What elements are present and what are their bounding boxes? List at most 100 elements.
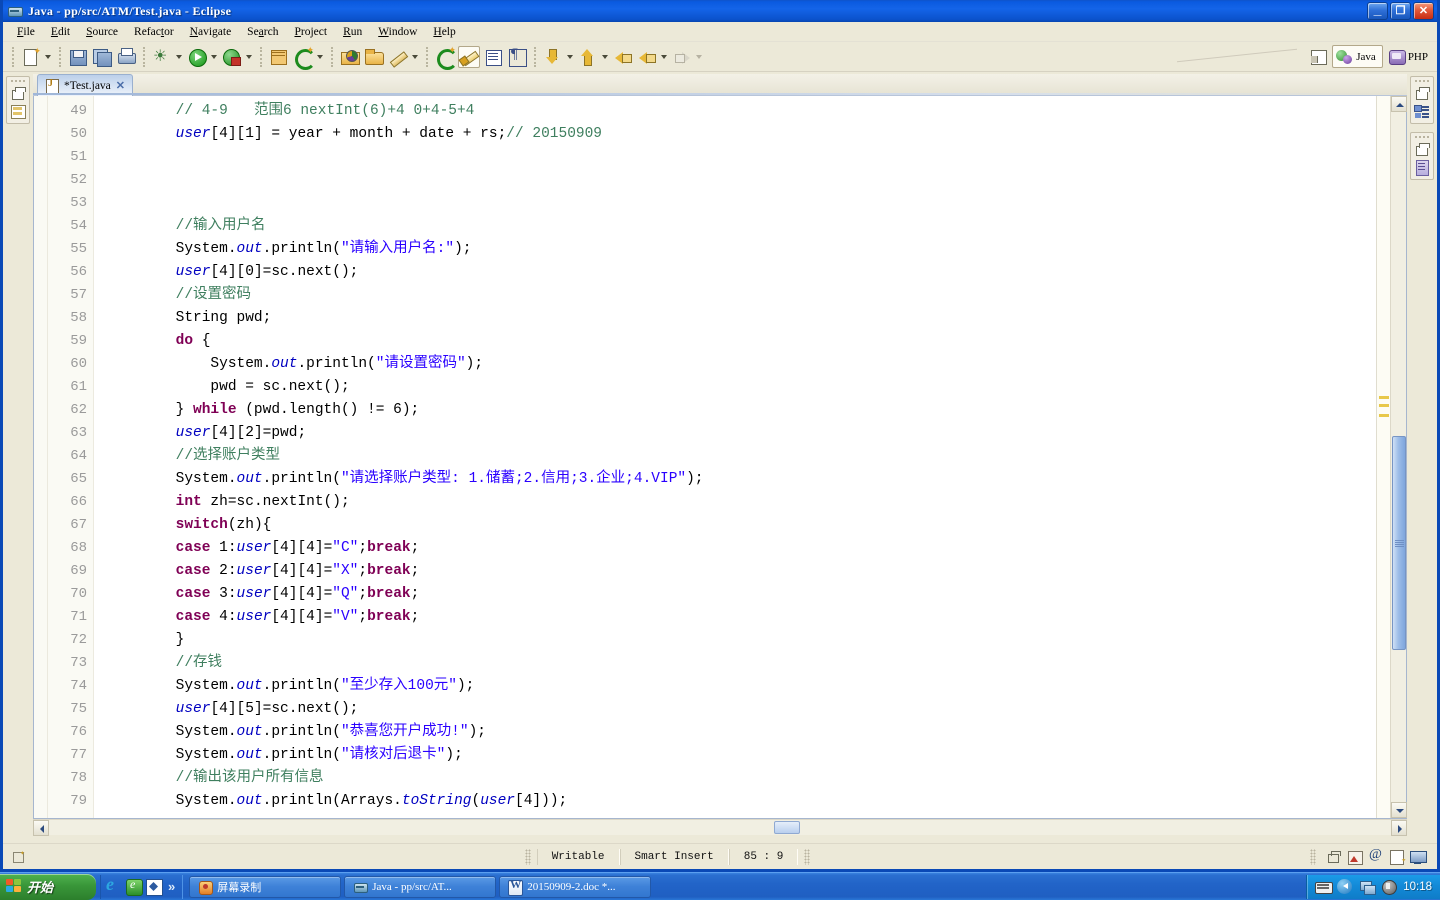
code-line[interactable]: do {: [106, 330, 1376, 353]
menu-source[interactable]: Source: [78, 24, 126, 40]
print-button[interactable]: [115, 46, 137, 68]
code-line[interactable]: case 3:user[4][4]="Q";break;: [106, 583, 1376, 606]
fast-view-grip[interactable]: [1414, 79, 1430, 83]
blue-app-icon[interactable]: [145, 878, 163, 896]
code-line[interactable]: [106, 146, 1376, 169]
forward-dropdown[interactable]: [694, 46, 703, 68]
fast-view-grip[interactable]: [1414, 135, 1430, 139]
back-button[interactable]: [636, 46, 658, 68]
document-icon[interactable]: [1413, 159, 1431, 176]
monitor-icon[interactable]: [1409, 849, 1428, 865]
task-button-screen-recorder[interactable]: 屏幕录制: [189, 875, 342, 898]
code-line[interactable]: [106, 169, 1376, 192]
image-thumbnail-icon[interactable]: [1346, 849, 1364, 865]
code-line[interactable]: user[4][2]=pwd;: [106, 422, 1376, 445]
code-line[interactable]: //存钱: [106, 652, 1376, 675]
code-line[interactable]: user[4][1] = year + month + date + rs;//…: [106, 123, 1376, 146]
task-button-eclipse[interactable]: Java - pp/src/AT...: [344, 875, 497, 898]
annotation-button[interactable]: [387, 46, 409, 68]
code-line[interactable]: pwd = sc.next();: [106, 376, 1376, 399]
code-line[interactable]: case 2:user[4][4]="X";break;: [106, 560, 1376, 583]
package-explorer-fast-view[interactable]: [6, 76, 30, 124]
save-button[interactable]: [67, 46, 89, 68]
next-annotation-button[interactable]: [542, 46, 564, 68]
toggle-mark-occurrences-button[interactable]: [434, 45, 458, 70]
menu-search[interactable]: Search: [239, 24, 286, 40]
menu-help[interactable]: Help: [425, 24, 463, 40]
restore-icon[interactable]: [9, 86, 27, 102]
debug-button[interactable]: [151, 46, 173, 68]
code-line[interactable]: user[4][5]=sc.next();: [106, 698, 1376, 721]
open-perspective-button[interactable]: [1308, 46, 1330, 68]
code-line[interactable]: //输入用户名: [106, 215, 1376, 238]
run-button[interactable]: [186, 46, 208, 68]
new-wizard-dropdown[interactable]: [43, 46, 52, 68]
code-line[interactable]: //选择账户类型: [106, 445, 1376, 468]
new-java-project-button[interactable]: [292, 45, 316, 70]
perspective-java[interactable]: Java: [1332, 45, 1383, 68]
perspective-php[interactable]: PHP: [1384, 45, 1435, 68]
code-line[interactable]: //设置密码: [106, 284, 1376, 307]
code-line[interactable]: //输出该用户所有信息: [106, 767, 1376, 790]
code-line[interactable]: switch(zh){: [106, 514, 1376, 537]
code-line[interactable]: System.out.println("请核对后退卡");: [106, 744, 1376, 767]
at-sign-icon[interactable]: [1367, 847, 1385, 865]
editor-folding-gutter[interactable]: [34, 96, 48, 818]
menu-navigate[interactable]: Navigate: [182, 24, 240, 40]
status-resize-grip-icon[interactable]: [11, 848, 31, 865]
debug-dropdown[interactable]: [174, 46, 183, 68]
outline-fast-view[interactable]: [1410, 76, 1434, 124]
horizontal-scroll-thumb[interactable]: [773, 821, 800, 834]
editor-horizontal-scrollbar[interactable]: [33, 819, 1407, 836]
menu-file[interactable]: File: [9, 24, 43, 40]
vertical-scroll-thumb[interactable]: [1392, 436, 1406, 651]
code-line[interactable]: }: [106, 629, 1376, 652]
code-line[interactable]: System.out.println("请选择账户类型: 1.储蓄;2.信用;3…: [106, 468, 1376, 491]
close-icon[interactable]: ✕: [116, 79, 125, 92]
restore-icon[interactable]: [1413, 142, 1431, 158]
last-edit-location-button[interactable]: [612, 46, 634, 68]
external-tools-button[interactable]: [221, 46, 243, 68]
restore-icon[interactable]: [1325, 849, 1343, 865]
minimize-button[interactable]: _: [1367, 2, 1388, 20]
horizontal-scroll-track[interactable]: [49, 820, 1391, 835]
green-browser-icon[interactable]: [125, 877, 143, 896]
overview-ruler[interactable]: [1376, 96, 1390, 818]
annotation-dropdown[interactable]: [410, 46, 419, 68]
code-line[interactable]: System.out.println(Arrays.toString(user[…: [106, 790, 1376, 813]
code-line[interactable]: System.out.println("恭喜您开户成功!");: [106, 721, 1376, 744]
scroll-down-button[interactable]: [1391, 802, 1407, 818]
code-line[interactable]: [106, 192, 1376, 215]
external-tools-dropdown[interactable]: [244, 46, 253, 68]
show-hidden-icons-icon[interactable]: [1337, 879, 1353, 894]
quick-launch-chevron-icon[interactable]: »: [165, 879, 178, 894]
code-line[interactable]: System.out.println("至少存入100元");: [106, 675, 1376, 698]
start-button[interactable]: 开始: [0, 873, 96, 900]
scroll-left-button[interactable]: [33, 820, 49, 836]
toggle-block-selection-button[interactable]: [458, 45, 480, 68]
taskbar-clock[interactable]: 10:18: [1403, 881, 1432, 893]
fast-view-grip[interactable]: [10, 79, 26, 83]
new-java-class-button[interactable]: [268, 46, 290, 68]
open-task-button[interactable]: [363, 46, 385, 68]
page-edit-icon[interactable]: [1388, 849, 1406, 865]
outline-icon[interactable]: [1413, 103, 1431, 119]
code-line[interactable]: case 1:user[4][4]="C";break;: [106, 537, 1376, 560]
keyboard-ime-icon[interactable]: [1315, 879, 1334, 894]
overview-marker[interactable]: [1379, 404, 1389, 407]
open-type-button[interactable]: [339, 46, 361, 68]
package-explorer-icon[interactable]: [9, 103, 27, 119]
code-text-area[interactable]: // 4-9 范围6 nextInt(6)+4 0+4-5+4 user[4][…: [94, 96, 1376, 818]
task-button-word-document[interactable]: 20150909-2.doc *...: [499, 875, 652, 898]
overview-marker[interactable]: [1379, 396, 1389, 399]
scroll-right-button[interactable]: [1391, 820, 1407, 836]
overview-marker[interactable]: [1379, 414, 1389, 417]
internet-explorer-icon[interactable]: [105, 874, 122, 895]
scroll-up-button[interactable]: [1391, 96, 1407, 112]
network-icon[interactable]: [1359, 879, 1377, 895]
code-line[interactable]: System.out.println("请输入用户名:");: [106, 238, 1376, 261]
previous-annotation-button[interactable]: [577, 46, 599, 68]
new-java-project-dropdown[interactable]: [315, 46, 324, 68]
forward-button[interactable]: [671, 46, 693, 68]
code-line[interactable]: // 4-9 范围6 nextInt(6)+4 0+4-5+4: [106, 100, 1376, 123]
